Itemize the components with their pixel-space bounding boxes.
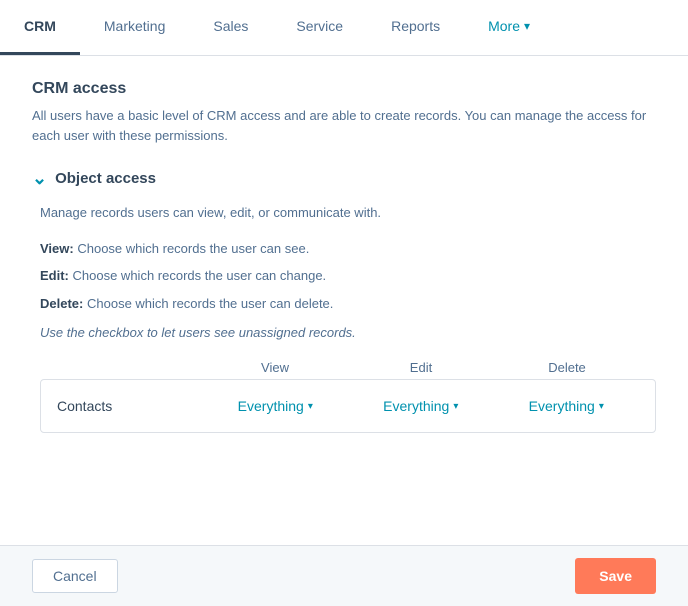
unassigned-note: Use the checkbox to let users see unassi…	[40, 325, 656, 340]
table-column-headers: View Edit Delete	[40, 360, 656, 375]
crm-access-title: CRM access	[32, 80, 656, 98]
col-header-edit: Edit	[348, 360, 494, 375]
col-header-name	[56, 360, 202, 375]
object-access-toggle[interactable]: ⌄ Object access	[32, 169, 656, 187]
view-dropdown-arrow-icon: ▾	[308, 401, 313, 412]
tab-bar: CRM Marketing Sales Service Reports More…	[0, 0, 688, 56]
main-content: CRM access All users have a basic level …	[0, 56, 688, 545]
tab-reports[interactable]: Reports	[367, 0, 464, 55]
delete-everything-dropdown[interactable]: Everything ▾	[521, 394, 612, 418]
delete-permission-line: Delete: Choose which records the user ca…	[40, 294, 656, 314]
view-label: View:	[40, 241, 74, 256]
view-everything-dropdown[interactable]: Everything ▾	[230, 394, 321, 418]
col-header-delete: Delete	[494, 360, 640, 375]
table-row: Contacts Everything ▾ Everything ▾	[40, 379, 656, 433]
crm-access-description: All users have a basic level of CRM acce…	[32, 106, 656, 145]
view-everything-label: Everything	[238, 398, 304, 414]
save-button[interactable]: Save	[575, 558, 656, 594]
delete-dropdown-arrow-icon: ▾	[599, 401, 604, 412]
footer-bar: Cancel Save	[0, 545, 688, 606]
delete-desc: Choose which records the user can delete…	[87, 296, 333, 311]
contacts-label: Contacts	[57, 398, 203, 414]
delete-label: Delete:	[40, 296, 83, 311]
edit-everything-dropdown[interactable]: Everything ▾	[375, 394, 466, 418]
object-access-body: Manage records users can view, edit, or …	[32, 203, 656, 433]
edit-desc: Choose which records the user can change…	[73, 268, 327, 283]
tab-marketing[interactable]: Marketing	[80, 0, 189, 55]
tab-sales[interactable]: Sales	[189, 0, 272, 55]
crm-access-section: CRM access All users have a basic level …	[32, 80, 656, 145]
chevron-down-icon: ▾	[524, 19, 530, 33]
object-access-title: Object access	[55, 170, 156, 187]
edit-dropdown-cell: Everything ▾	[348, 394, 494, 418]
tab-crm[interactable]: CRM	[0, 0, 80, 55]
view-desc: Choose which records the user can see.	[77, 241, 309, 256]
delete-everything-label: Everything	[529, 398, 595, 414]
permissions-table-wrapper: View Edit Delete Contacts Everything ▾	[40, 360, 656, 433]
col-header-view: View	[202, 360, 348, 375]
chevron-collapse-icon: ⌄	[32, 169, 47, 187]
edit-label: Edit:	[40, 268, 69, 283]
object-access-section: ⌄ Object access Manage records users can…	[32, 169, 656, 433]
cancel-button[interactable]: Cancel	[32, 559, 118, 593]
view-permission-line: View: Choose which records the user can …	[40, 239, 656, 259]
edit-dropdown-arrow-icon: ▾	[453, 401, 458, 412]
edit-everything-label: Everything	[383, 398, 449, 414]
tab-more[interactable]: More ▾	[464, 0, 554, 55]
delete-dropdown-cell: Everything ▾	[494, 394, 640, 418]
edit-permission-line: Edit: Choose which records the user can …	[40, 266, 656, 286]
tab-service[interactable]: Service	[272, 0, 367, 55]
view-dropdown-cell: Everything ▾	[203, 394, 349, 418]
object-access-description: Manage records users can view, edit, or …	[40, 203, 656, 223]
